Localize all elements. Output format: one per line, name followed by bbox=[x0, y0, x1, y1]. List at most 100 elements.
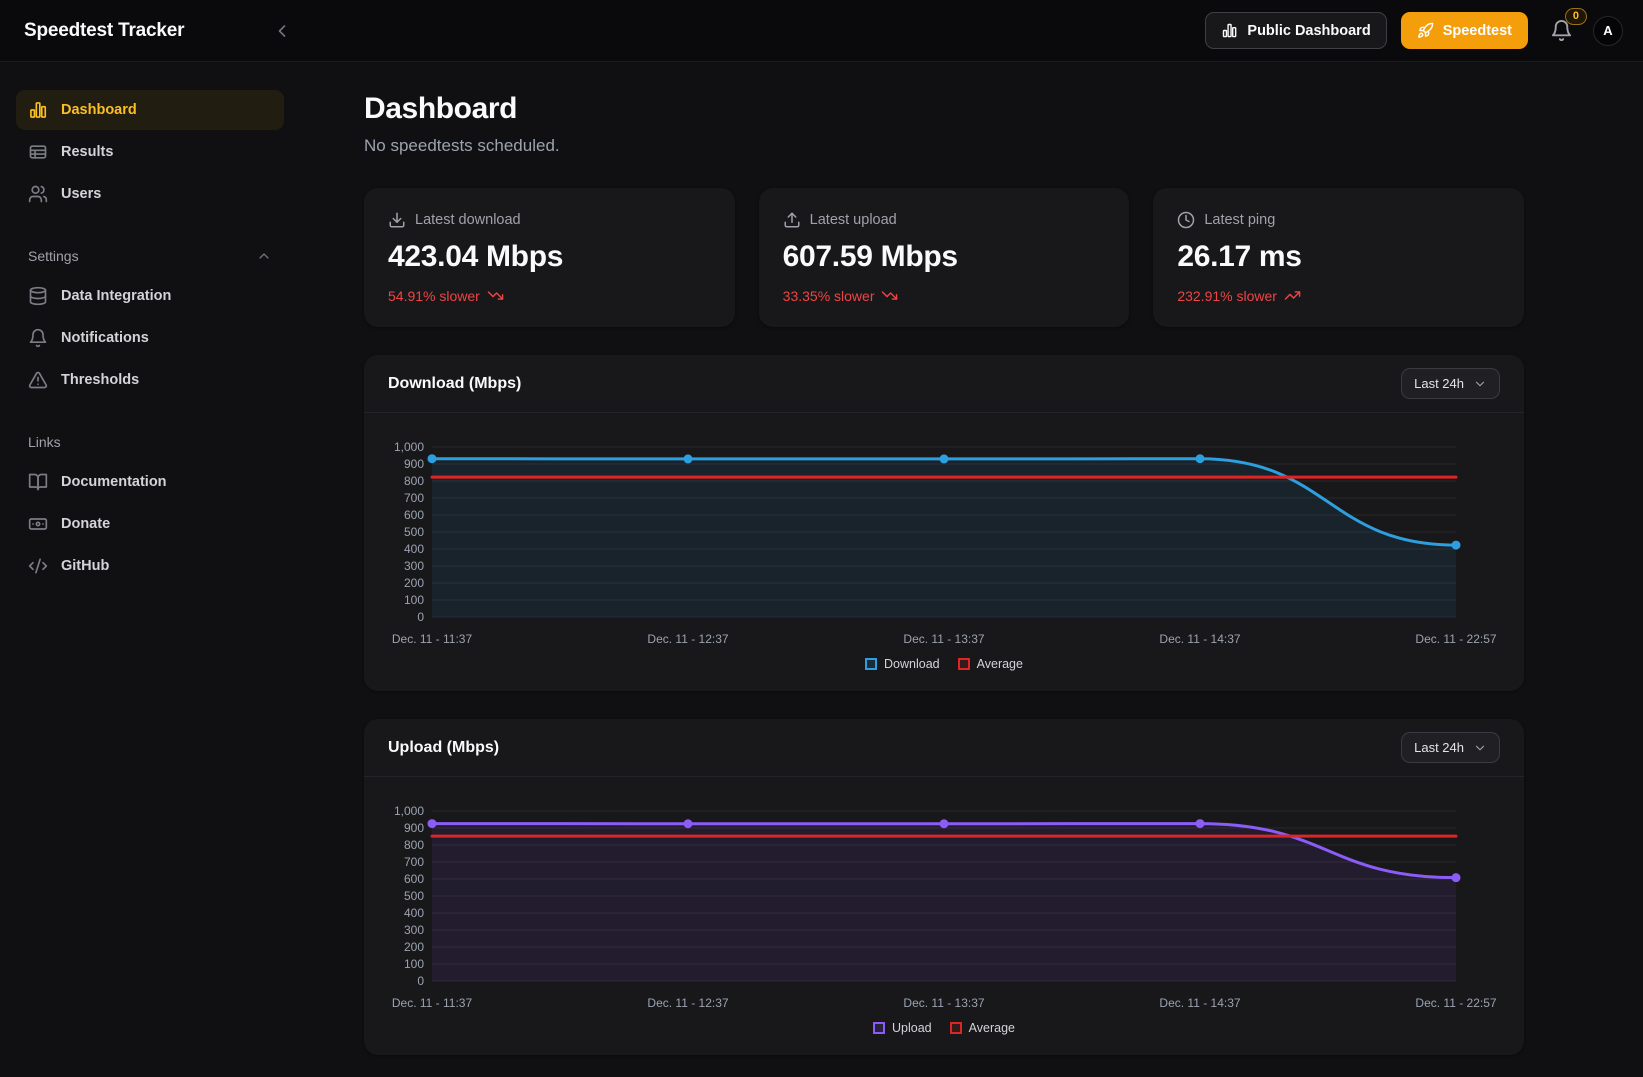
legend-label: Upload bbox=[892, 1021, 932, 1035]
svg-text:1,000: 1,000 bbox=[394, 440, 424, 454]
users-icon bbox=[28, 184, 48, 204]
sidebar-item-dashboard[interactable]: Dashboard bbox=[16, 90, 284, 130]
chevron-down-icon bbox=[1473, 741, 1487, 755]
bell-icon bbox=[28, 328, 48, 348]
upload-chart-card: Upload (Mbps) Last 24h 01002003004005006… bbox=[364, 719, 1524, 1055]
svg-text:400: 400 bbox=[404, 542, 424, 556]
svg-text:Dec. 11 - 14:37: Dec. 11 - 14:37 bbox=[1159, 996, 1240, 1010]
legend-label: Average bbox=[977, 657, 1023, 671]
notification-count-badge: 0 bbox=[1565, 8, 1587, 25]
range-select-value: Last 24h bbox=[1414, 376, 1464, 391]
sidebar-section-links: Links bbox=[28, 434, 272, 450]
range-select[interactable]: Last 24h bbox=[1401, 368, 1500, 399]
sidebar-item-notifications[interactable]: Notifications bbox=[16, 318, 284, 358]
svg-text:100: 100 bbox=[404, 593, 424, 607]
stat-value: 423.04 Mbps bbox=[388, 240, 711, 274]
section-label: Links bbox=[28, 434, 61, 450]
svg-text:700: 700 bbox=[404, 855, 424, 869]
public-dashboard-button[interactable]: Public Dashboard bbox=[1205, 12, 1386, 49]
trending-up-icon bbox=[1284, 287, 1301, 304]
chart-legend: Download Average bbox=[388, 657, 1500, 677]
svg-text:500: 500 bbox=[404, 889, 424, 903]
sidebar-item-thresholds[interactable]: Thresholds bbox=[16, 360, 284, 400]
svg-text:0: 0 bbox=[417, 610, 424, 624]
chevron-down-icon bbox=[1473, 377, 1487, 391]
chevron-left-icon bbox=[272, 21, 292, 41]
sidebar-collapse-button[interactable] bbox=[268, 17, 296, 45]
chart-title: Download (Mbps) bbox=[388, 375, 521, 393]
svg-text:1,000: 1,000 bbox=[394, 804, 424, 818]
range-select[interactable]: Last 24h bbox=[1401, 732, 1500, 763]
alert-triangle-icon bbox=[28, 370, 48, 390]
main-content: Dashboard No speedtests scheduled. Lates… bbox=[300, 62, 1524, 1055]
sidebar-item-documentation[interactable]: Documentation bbox=[16, 462, 284, 502]
legend-swatch bbox=[958, 658, 970, 670]
chart-legend: Upload Average bbox=[388, 1021, 1500, 1041]
sidebar-item-label: Thresholds bbox=[61, 372, 139, 388]
legend-item[interactable]: Download bbox=[865, 657, 940, 671]
svg-text:Dec. 11 - 12:37: Dec. 11 - 12:37 bbox=[647, 632, 728, 646]
speedtest-label: Speedtest bbox=[1443, 23, 1512, 39]
legend-swatch bbox=[873, 1022, 885, 1034]
svg-text:Dec. 11 - 13:37: Dec. 11 - 13:37 bbox=[903, 996, 984, 1010]
stat-delta-text: 33.35% slower bbox=[783, 288, 875, 304]
stat-label: Latest download bbox=[415, 212, 521, 228]
sidebar-item-results[interactable]: Results bbox=[16, 132, 284, 172]
sidebar-item-users[interactable]: Users bbox=[16, 174, 284, 214]
sidebar-item-label: Data Integration bbox=[61, 288, 171, 304]
svg-text:Dec. 11 - 22:57: Dec. 11 - 22:57 bbox=[1415, 632, 1496, 646]
svg-text:Dec. 11 - 22:57: Dec. 11 - 22:57 bbox=[1415, 996, 1496, 1010]
legend-item[interactable]: Average bbox=[950, 1021, 1015, 1035]
section-label: Settings bbox=[28, 248, 79, 264]
sidebar-item-data-integration[interactable]: Data Integration bbox=[16, 276, 284, 316]
book-open-icon bbox=[28, 472, 48, 492]
stat-value: 26.17 ms bbox=[1177, 240, 1500, 274]
sidebar-item-label: Users bbox=[61, 186, 101, 202]
legend-swatch bbox=[865, 658, 877, 670]
speedtest-button[interactable]: Speedtest bbox=[1401, 12, 1528, 49]
svg-text:200: 200 bbox=[404, 940, 424, 954]
svg-text:Dec. 11 - 13:37: Dec. 11 - 13:37 bbox=[903, 632, 984, 646]
legend-item[interactable]: Average bbox=[958, 657, 1023, 671]
legend-item[interactable]: Upload bbox=[873, 1021, 932, 1035]
sidebar-section-settings[interactable]: Settings bbox=[28, 248, 272, 264]
sidebar-item-label: Donate bbox=[61, 516, 110, 532]
notifications-bell-button[interactable]: 0 bbox=[1550, 19, 1573, 42]
bar-chart-icon bbox=[28, 100, 48, 120]
stat-delta-text: 54.91% slower bbox=[388, 288, 480, 304]
bar-chart-icon bbox=[1221, 22, 1238, 39]
chevron-up-icon bbox=[256, 248, 272, 264]
legend-swatch bbox=[950, 1022, 962, 1034]
upload-chart-plot[interactable]: 01002003004005006007008009001,000Dec. 11… bbox=[388, 801, 1500, 1013]
code-icon bbox=[28, 556, 48, 576]
upload-icon bbox=[783, 211, 801, 229]
sidebar-item-donate[interactable]: Donate bbox=[16, 504, 284, 544]
sidebar-item-label: Dashboard bbox=[61, 102, 137, 118]
stats-row: Latest download 423.04 Mbps 54.91% slowe… bbox=[364, 188, 1524, 327]
svg-text:Dec. 11 - 12:37: Dec. 11 - 12:37 bbox=[647, 996, 728, 1010]
stat-value: 607.59 Mbps bbox=[783, 240, 1106, 274]
sidebar-item-label: Notifications bbox=[61, 330, 149, 346]
download-chart-plot[interactable]: 01002003004005006007008009001,000Dec. 11… bbox=[388, 437, 1500, 649]
trending-down-icon bbox=[487, 287, 504, 304]
topbar: Speedtest Tracker Public Dashboard Speed… bbox=[0, 0, 1643, 62]
legend-label: Download bbox=[884, 657, 940, 671]
svg-text:500: 500 bbox=[404, 525, 424, 539]
sidebar-item-label: GitHub bbox=[61, 558, 109, 574]
svg-text:600: 600 bbox=[404, 508, 424, 522]
svg-text:600: 600 bbox=[404, 872, 424, 886]
svg-text:700: 700 bbox=[404, 491, 424, 505]
svg-text:300: 300 bbox=[404, 559, 424, 573]
sidebar-item-label: Documentation bbox=[61, 474, 167, 490]
stat-card-latest-ping: Latest ping 26.17 ms 232.91% slower bbox=[1153, 188, 1524, 327]
avatar[interactable]: A bbox=[1593, 16, 1623, 46]
stat-delta-text: 232.91% slower bbox=[1177, 288, 1277, 304]
download-chart-card: Download (Mbps) Last 24h 0 100 200 300 400 50… bbox=[364, 355, 1524, 691]
svg-text:Dec. 11 - 11:37: Dec. 11 - 11:37 bbox=[392, 632, 473, 646]
sidebar-item-github[interactable]: GitHub bbox=[16, 546, 284, 586]
sidebar-item-label: Results bbox=[61, 144, 113, 160]
svg-text:900: 900 bbox=[404, 821, 424, 835]
svg-text:200: 200 bbox=[404, 576, 424, 590]
legend-label: Average bbox=[969, 1021, 1015, 1035]
stat-label: Latest ping bbox=[1204, 212, 1275, 228]
